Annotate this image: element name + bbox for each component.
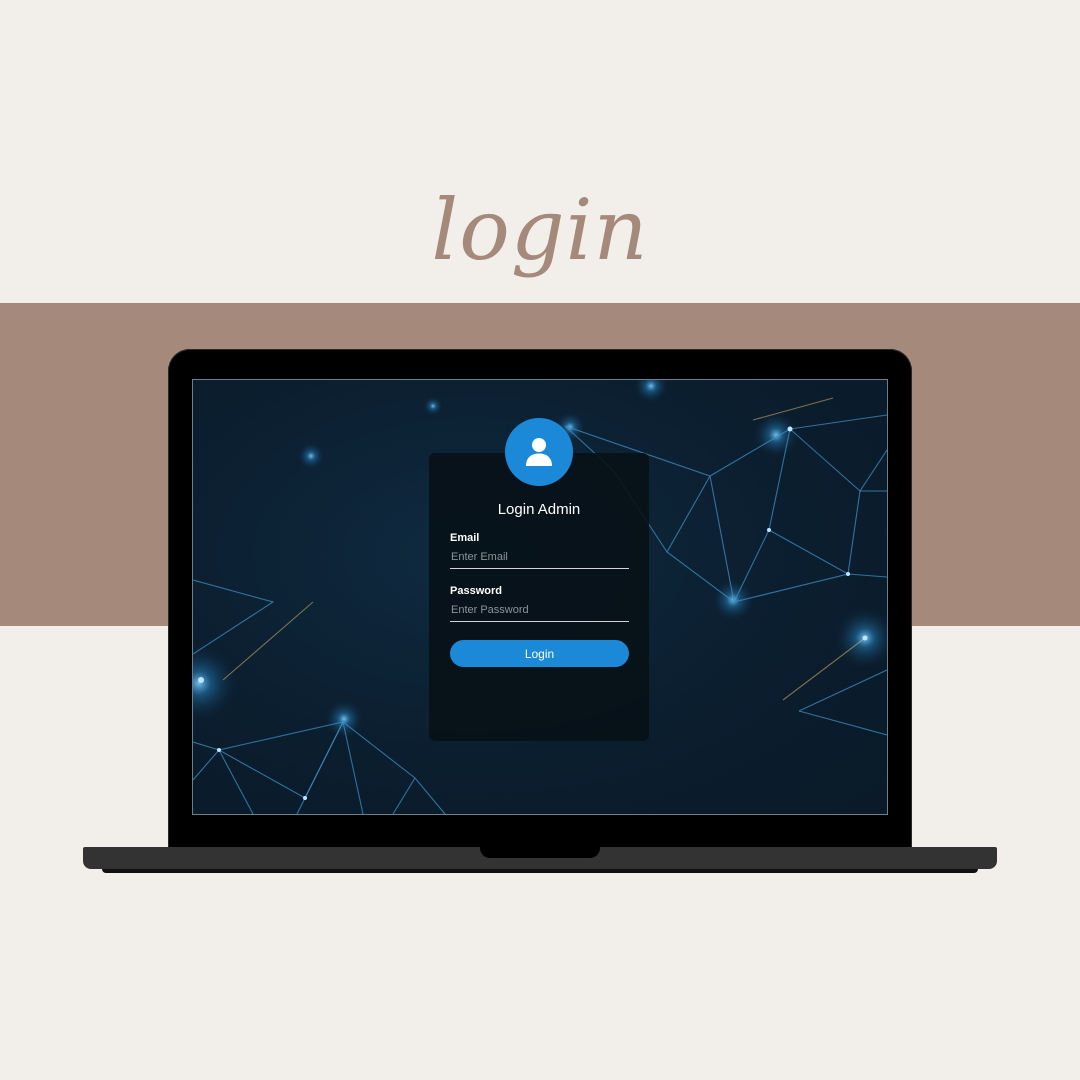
laptop-base: [83, 847, 997, 869]
email-input[interactable]: [450, 546, 629, 569]
login-title: Login Admin: [497, 501, 581, 518]
page-heading: login: [431, 181, 649, 279]
password-label: Password: [450, 585, 502, 597]
laptop-notch: [480, 847, 600, 858]
email-label: Email: [450, 532, 480, 544]
laptop-screen: Login Admin Email Password Login: [192, 379, 888, 815]
avatar: [505, 418, 573, 486]
login-button[interactable]: Login: [450, 640, 629, 667]
password-input[interactable]: [450, 599, 629, 622]
login-card: Login Admin Email Password Login: [429, 453, 649, 741]
user-icon: [526, 438, 552, 466]
laptop-foot: [102, 869, 978, 873]
